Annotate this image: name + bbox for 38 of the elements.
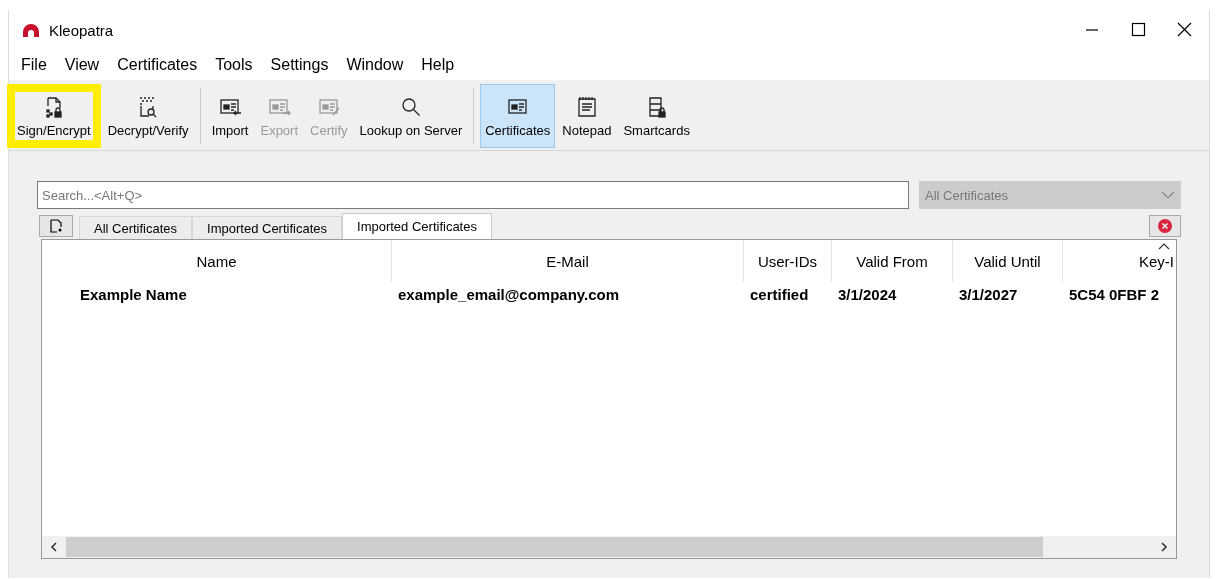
table-cell-text: 3/1/2024 [837,285,898,303]
table-cell-text: certified [749,285,810,303]
toolbar-button[interactable]: Lookup on Server [354,84,468,148]
menu-item[interactable]: Settings [264,56,341,74]
toolbar-button[interactable]: Sign/Encrypt [7,84,101,148]
tab[interactable]: Imported Certificates [342,213,492,239]
menu-item[interactable]: Certificates [111,56,210,74]
menu-item[interactable]: Tools [209,56,265,74]
column-header[interactable]: E-Mail [392,240,744,282]
tab[interactable]: Imported Certificates [192,216,342,239]
sort-up-icon [1158,242,1170,250]
window-title: Kleopatra [49,21,114,39]
new-tab-button[interactable] [39,215,73,237]
toolbar-button[interactable]: Smartcards [618,84,695,148]
table-cell-text: Example Name [79,285,188,303]
search-field[interactable]: Search...<Alt+Q> [37,181,909,209]
column-header[interactable]: Valid Until [953,240,1063,282]
column-header[interactable]: Name [42,240,392,282]
chevron-down-icon [1161,191,1175,199]
menu-item[interactable]: Window [340,56,416,74]
table-cell-text: 3/1/2027 [958,285,1019,303]
column-header[interactable]: User-IDs [744,240,832,282]
table-cell-text: example_email@company.com [397,285,621,303]
toolbar-button[interactable]: Notepad [557,84,617,148]
menu-item[interactable]: View [58,56,112,74]
tab[interactable]: All Certificates [79,216,193,239]
close-icon [1158,219,1172,233]
toolbar-button[interactable]: Import [206,84,254,148]
menu-item[interactable]: File [15,56,59,74]
document-icon [48,218,64,234]
menu-item[interactable]: Help [415,56,467,74]
toolbar-button[interactable]: Certificates [480,84,556,148]
table-cell-text: 5C54 0FBF 2 [1068,285,1161,303]
scrollbar-thumb[interactable] [66,537,1044,557]
column-header[interactable]: Valid From [832,240,953,282]
column-header[interactable]: Key-I [1063,240,1176,282]
close-tab-button[interactable] [1149,215,1181,237]
toolbar-button[interactable]: Decrypt/Verify [102,84,194,148]
